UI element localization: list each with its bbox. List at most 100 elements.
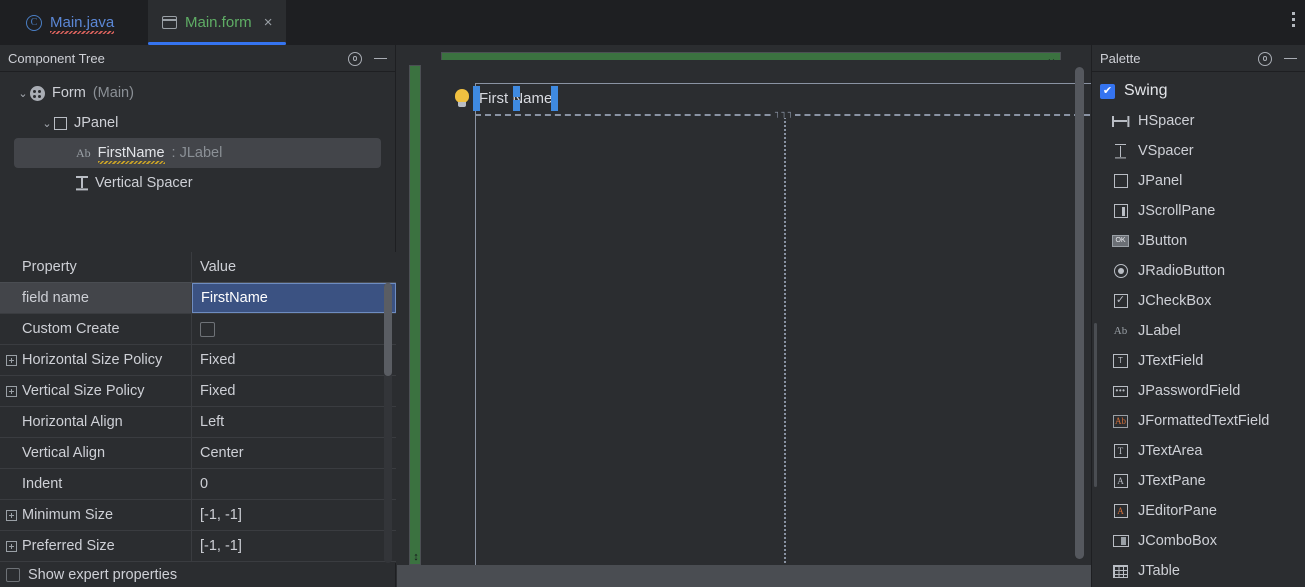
tree-node-firstname[interactable]: Ab FirstName : JLabel: [14, 138, 381, 168]
palette-item-jpanel[interactable]: JPanel: [1092, 166, 1305, 196]
palette-item-jlabel[interactable]: Ab JLabel: [1092, 316, 1305, 346]
selected-label-component[interactable]: First Name: [473, 86, 559, 111]
panel-icon: [1112, 174, 1129, 189]
tab-main-java-label: Main.java: [50, 14, 115, 34]
combobox-icon: [1112, 534, 1129, 549]
component-tree: ⌄ Form (Main) ⌄ JPanel Ab FirstName : JL…: [0, 72, 395, 198]
property-value-cell[interactable]: Fixed: [192, 345, 396, 375]
bulb-base: [458, 102, 466, 107]
value-column-label: Value: [200, 259, 237, 275]
palette-item-jbutton[interactable]: OK JButton: [1092, 226, 1305, 256]
property-value-cell[interactable]: FirstName: [192, 283, 396, 313]
tree-node-form[interactable]: ⌄ Form (Main): [0, 78, 395, 108]
scrollpane-icon: [1112, 204, 1129, 219]
canvas-scrollbar-thumb[interactable]: [1075, 67, 1084, 559]
palette-header: Palette: [1092, 45, 1305, 72]
resize-handle-bottom-right[interactable]: [551, 100, 559, 111]
palette-item-jformattedtextfield[interactable]: Ab JFormattedTextField: [1092, 406, 1305, 436]
property-name-cell: Indent: [0, 469, 192, 499]
palette-item-jcheckbox[interactable]: ✓ JCheckBox: [1092, 286, 1305, 316]
show-expert-properties-checkbox[interactable]: [6, 568, 20, 582]
resize-handle-bottom-center[interactable]: [513, 100, 520, 111]
property-row-horizontal-align[interactable]: Horizontal Align Left: [0, 407, 396, 438]
property-value-text: Center: [200, 445, 244, 461]
palette-item-jcombobox[interactable]: JComboBox: [1092, 526, 1305, 556]
palette-item-label: JLabel: [1138, 323, 1181, 339]
design-canvas[interactable]: ↔ ↕ ┐┐┐ ┐┐┐ First Name: [397, 45, 1100, 587]
property-value-cell[interactable]: Fixed: [192, 376, 396, 406]
property-value-text: [-1, -1]: [200, 507, 242, 523]
resize-handle-top-center[interactable]: [513, 86, 520, 97]
tree-node-vertical-spacer[interactable]: Vertical Spacer: [0, 168, 395, 198]
expander-icon[interactable]: [6, 385, 17, 397]
expander-icon[interactable]: [6, 509, 17, 521]
palette-item-label: JTextField: [1138, 353, 1204, 369]
property-table-header: Property Value: [0, 252, 396, 283]
property-scrollbar-thumb[interactable]: [384, 283, 392, 376]
property-row-custom-create[interactable]: Custom Create: [0, 314, 396, 345]
gear-icon[interactable]: [1258, 51, 1272, 66]
palette-scrollbar-thumb[interactable]: [1094, 323, 1097, 487]
custom-create-checkbox[interactable]: [200, 321, 215, 337]
palette-item-jtable[interactable]: JTable: [1092, 556, 1305, 586]
textarea-icon: T: [1112, 444, 1129, 459]
property-row-vertical-align[interactable]: Vertical Align Center: [0, 438, 396, 469]
property-value-cell[interactable]: [-1, -1]: [192, 531, 396, 561]
form-frame[interactable]: ┐┐┐ ┐┐┐ First Name: [429, 61, 1100, 587]
property-column-label: Property: [22, 259, 77, 275]
palette-group-swing[interactable]: ✔ Swing: [1092, 76, 1305, 106]
palette-panel: Palette ✔ Swing HSpacer VSpacer JPanel J…: [1091, 45, 1305, 587]
tree-node-jpanel[interactable]: ⌄ JPanel: [0, 108, 395, 138]
resize-vertical-icon[interactable]: ↕: [410, 552, 422, 563]
palette-item-label: JScrollPane: [1138, 203, 1216, 219]
swing-group-checkbox[interactable]: ✔: [1100, 83, 1115, 99]
vertical-ruler[interactable]: ↕: [409, 65, 421, 565]
palette-item-label: JTextPane: [1138, 473, 1206, 489]
more-options-icon[interactable]: [1292, 12, 1295, 27]
property-table: Property Value field name FirstName Cust…: [0, 252, 396, 563]
checkbox-icon: ✓: [1112, 294, 1129, 309]
palette-item-hspacer[interactable]: HSpacer: [1092, 106, 1305, 136]
close-icon[interactable]: ×: [264, 15, 273, 30]
editorpane-icon: A: [1112, 504, 1129, 519]
property-name-label: Custom Create: [22, 321, 120, 337]
property-name-cell: Preferred Size: [0, 531, 192, 561]
show-expert-properties-row[interactable]: Show expert properties: [0, 563, 396, 587]
tree-node-firstname-label: FirstName: [97, 144, 165, 164]
palette-item-jradiobutton[interactable]: JRadioButton: [1092, 256, 1305, 286]
palette-item-jpasswordfield[interactable]: ••• JPasswordField: [1092, 376, 1305, 406]
property-row-horizontal-size-policy[interactable]: Horizontal Size Policy Fixed: [0, 345, 396, 376]
property-value-cell[interactable]: [192, 314, 396, 344]
resize-handle-bottom-left[interactable]: [473, 100, 480, 111]
palette-item-jeditorpane[interactable]: A JEditorPane: [1092, 496, 1305, 526]
property-row-indent[interactable]: Indent 0: [0, 469, 396, 500]
palette-item-vspacer[interactable]: VSpacer: [1092, 136, 1305, 166]
property-row-minimum-size[interactable]: Minimum Size [-1, -1]: [0, 500, 396, 531]
minimize-icon[interactable]: [1284, 57, 1297, 60]
tab-main-form[interactable]: Main.form ×: [148, 0, 287, 45]
property-value-cell[interactable]: Left: [192, 407, 396, 437]
property-value-cell[interactable]: 0: [192, 469, 396, 499]
palette-item-jtextfield[interactable]: T JTextField: [1092, 346, 1305, 376]
expander-icon[interactable]: [6, 540, 17, 552]
gear-icon[interactable]: [348, 51, 362, 66]
property-value-cell[interactable]: Center: [192, 438, 396, 468]
lightbulb-icon[interactable]: [454, 89, 470, 109]
property-row-preferred-size[interactable]: Preferred Size [-1, -1]: [0, 531, 396, 562]
palette-item-jtextpane[interactable]: A JTextPane: [1092, 466, 1305, 496]
expander-icon[interactable]: [6, 354, 17, 366]
palette-header-actions: [1258, 45, 1297, 72]
property-value-text: Fixed: [200, 352, 236, 368]
minimize-icon[interactable]: [374, 57, 387, 60]
tab-main-java[interactable]: C Main.java: [12, 0, 128, 45]
chevron-down-icon[interactable]: ⌄: [40, 117, 54, 130]
design-jpanel[interactable]: [475, 83, 1100, 587]
property-row-field-name[interactable]: field name FirstName: [0, 283, 396, 314]
chevron-down-icon[interactable]: ⌄: [16, 87, 30, 100]
palette-item-jscrollpane[interactable]: JScrollPane: [1092, 196, 1305, 226]
palette-item-jtextarea[interactable]: T JTextArea: [1092, 436, 1305, 466]
property-name-cell: Custom Create: [0, 314, 192, 344]
property-name-label: Minimum Size: [22, 507, 114, 523]
property-row-vertical-size-policy[interactable]: Vertical Size Policy Fixed: [0, 376, 396, 407]
property-value-cell[interactable]: [-1, -1]: [192, 500, 396, 530]
